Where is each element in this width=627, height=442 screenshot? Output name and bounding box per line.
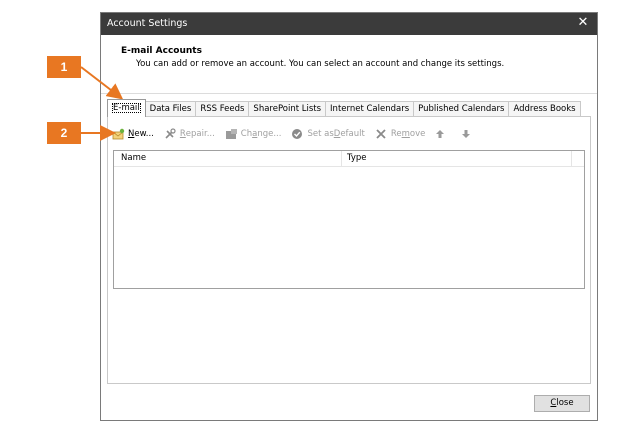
- callout-arrow-1: [80, 66, 124, 100]
- callout-arrows: [80, 66, 124, 141]
- tab-email[interactable]: E-mail: [107, 99, 146, 117]
